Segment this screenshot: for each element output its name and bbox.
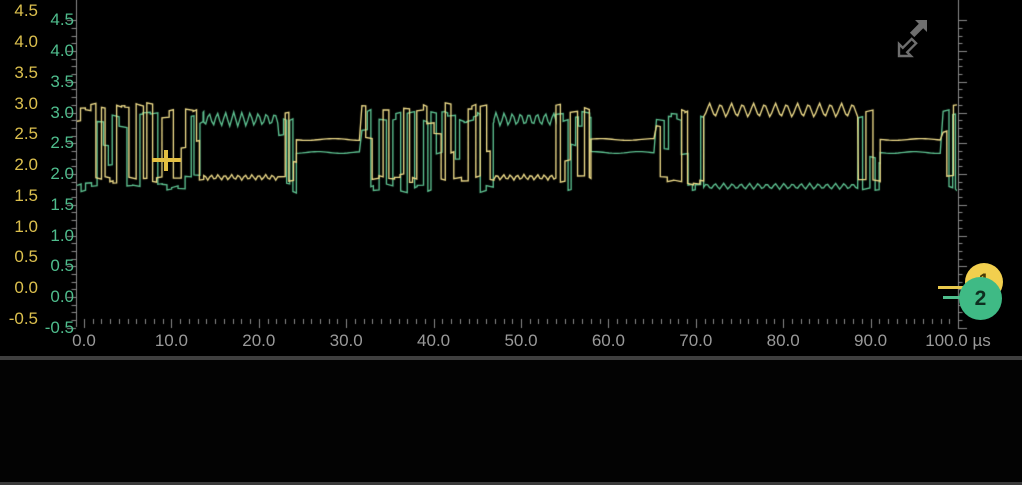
y-axis-label-ch1: 3.5 <box>0 64 38 82</box>
y-axis-label-ch1: -0.5 <box>0 310 38 328</box>
x-axis-label: 50.0 <box>481 331 561 351</box>
x-axis-label: 40.0 <box>394 331 474 351</box>
y-axis-label-ch2: 3.0 <box>36 104 74 122</box>
expand-icon[interactable] <box>889 15 937 61</box>
y-axis-label-ch2: 0.0 <box>36 288 74 306</box>
x-axis-label: 100.0 µs <box>918 331 998 351</box>
x-axis-label: 90.0 <box>831 331 911 351</box>
scope-display[interactable]: 4.5 4.0 3.5 3.0 2.5 2.0 1.5 1.0 0.5 0.0 -0.5 4.5 4.… <box>0 0 1022 356</box>
y-axis-label-ch1: 3.0 <box>0 95 38 113</box>
y-axis-label-ch2: 0.5 <box>36 257 74 275</box>
ch2-offset-badge[interactable]: 2 <box>959 277 1002 320</box>
control-panel: Profile Probe Peak/Filter Invert Couplin… <box>0 360 1022 482</box>
y-axis-label-ch2: 3.5 <box>36 73 74 91</box>
y-axis-label-ch1: 2.0 <box>0 156 38 174</box>
y-axis-label-ch1: 4.0 <box>0 33 38 51</box>
x-axis-label: 60.0 <box>568 331 648 351</box>
y-axis-label-ch1: 0.5 <box>0 248 38 266</box>
y-axis-label-ch1: 1.5 <box>0 187 38 205</box>
y-axis-label-ch2: 4.0 <box>36 42 74 60</box>
y-axis-label-ch1: 0.0 <box>0 279 38 297</box>
y-axis-label-ch2: 2.5 <box>36 134 74 152</box>
y-axis-label-ch2: 4.5 <box>36 11 74 29</box>
y-axis-label-ch2: 1.0 <box>36 227 74 245</box>
y-axis-label-ch2: 2.0 <box>36 165 74 183</box>
y-axis-label-ch2: 1.5 <box>36 196 74 214</box>
x-axis-label: 70.0 <box>656 331 736 351</box>
x-axis-label: 20.0 <box>219 331 299 351</box>
waveform-canvas[interactable] <box>0 0 1022 356</box>
y-axis-label-ch1: 2.5 <box>0 125 38 143</box>
x-axis-label: 0.0 <box>44 331 124 351</box>
x-axis-label: 10.0 <box>131 331 211 351</box>
x-axis-label: 30.0 <box>306 331 386 351</box>
y-axis-label-ch1: 4.5 <box>0 2 38 20</box>
y-axis-label-ch1: 1.0 <box>0 218 38 236</box>
oscilloscope-app: 4.5 4.0 3.5 3.0 2.5 2.0 1.5 1.0 0.5 0.0 -0.5 4.5 4.… <box>0 0 1022 485</box>
x-axis-label: 80.0 <box>743 331 823 351</box>
trigger-marker-vertical <box>164 150 168 171</box>
